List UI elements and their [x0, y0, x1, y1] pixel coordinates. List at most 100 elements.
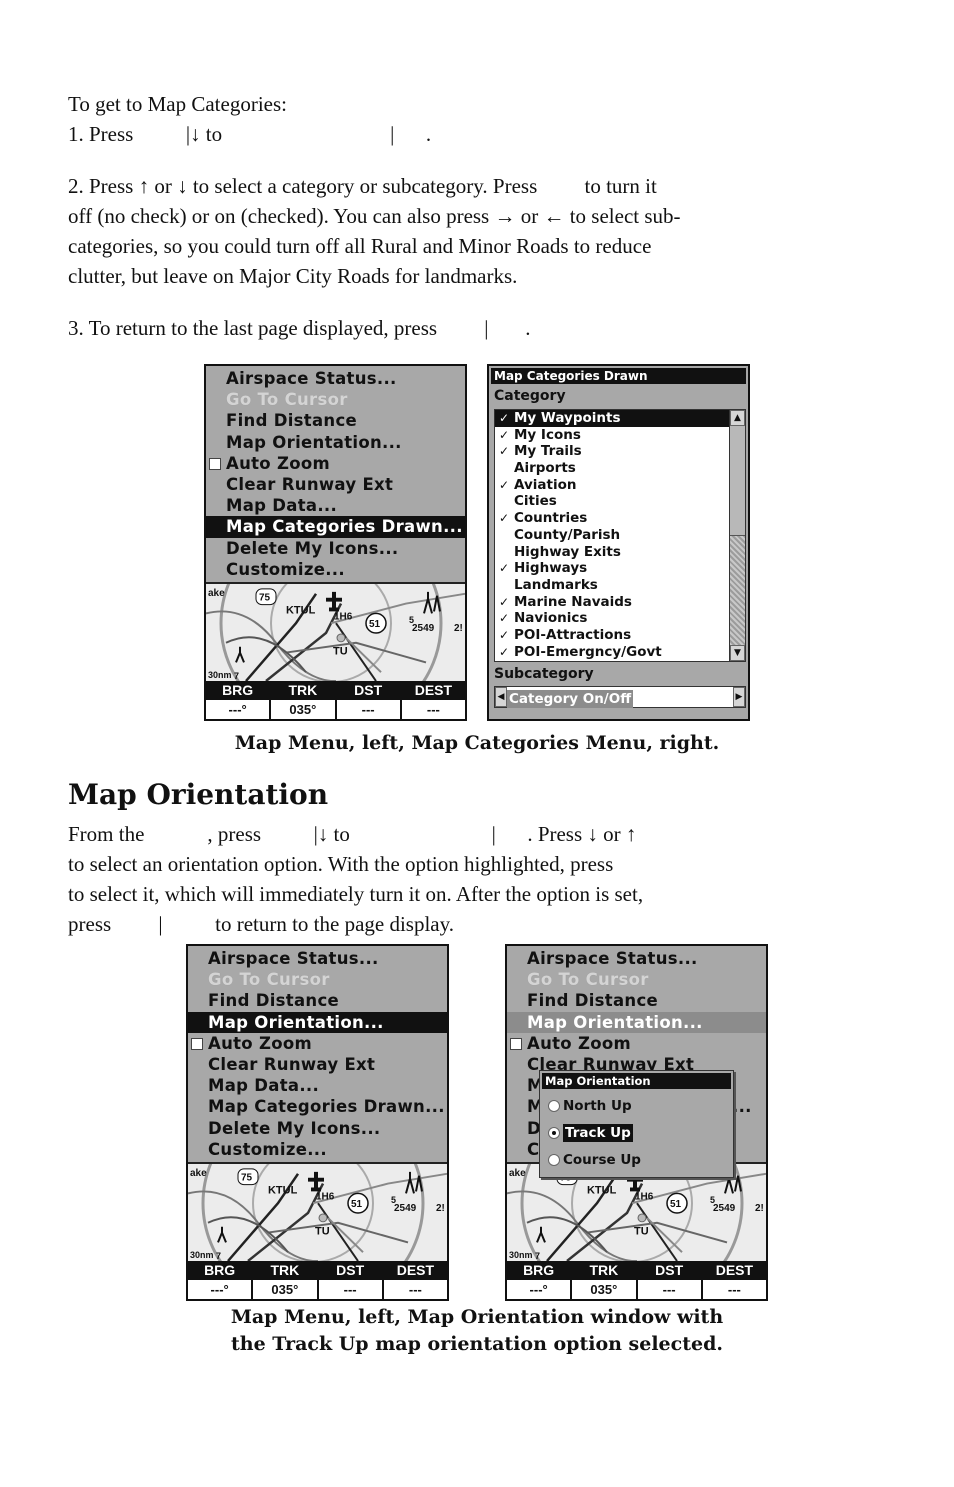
- caption-line: Map Menu, left, Map Orientation window w…: [230, 1306, 724, 1328]
- data-header-brg: BRG: [507, 1261, 573, 1280]
- data-value-trk: 035°: [271, 700, 337, 719]
- menu-item-airspace-status[interactable]: Airspace Status...: [507, 948, 766, 969]
- menu-item-map-categories-drawn[interactable]: Map Categories Drawn...: [206, 516, 465, 538]
- menu-item-map-categories-drawn[interactable]: Map Categories Drawn...: [188, 1096, 447, 1117]
- option-north-up[interactable]: North Up: [548, 1097, 632, 1115]
- caption-line: the Track Up map orientation option sele…: [231, 1333, 723, 1355]
- airport-tu-label: TU: [315, 1226, 330, 1238]
- menu-item-map-data[interactable]: Map Data...: [206, 495, 465, 516]
- category-item[interactable]: ✓ Countries: [495, 510, 733, 527]
- data-value-dst: ---: [336, 700, 402, 719]
- category-item-label: Landmarks: [514, 576, 598, 593]
- category-item-label: Highways: [514, 560, 588, 577]
- category-item-label: Marine Navaids: [514, 593, 632, 610]
- menu-item-map-orientation[interactable]: Map Orientation...: [507, 1011, 766, 1033]
- category-item[interactable]: Landmarks: [495, 577, 733, 594]
- menu-item-find-distance[interactable]: Find Distance: [206, 410, 465, 431]
- data-header-brg: BRG: [188, 1261, 254, 1280]
- airport-ktul-label: KTUL: [286, 604, 316, 616]
- category-item[interactable]: ✓ Marine Navaids: [495, 594, 733, 611]
- scale-label-7: 7: [535, 1251, 540, 1261]
- category-item[interactable]: Highway Exits: [495, 544, 733, 561]
- right-arrow-icon[interactable]: ▶: [733, 687, 745, 707]
- category-item[interactable]: ✓ Highways: [495, 560, 733, 577]
- menu-item-customize[interactable]: Customize...: [206, 559, 465, 580]
- checkbox-icon[interactable]: [209, 457, 221, 470]
- airport-icon: [336, 633, 346, 643]
- menu-item-delete-my-icons[interactable]: Delete My Icons...: [188, 1118, 447, 1139]
- category-item[interactable]: Airports: [495, 460, 733, 477]
- category-item[interactable]: ✓ POI-Emergncy/Govt: [495, 644, 733, 661]
- menu-item-label: Auto Zoom: [527, 1033, 632, 1053]
- menu-item-find-distance[interactable]: Find Distance: [188, 990, 447, 1011]
- data-value-dst: ---: [637, 1280, 703, 1299]
- radio-icon[interactable]: [548, 1100, 560, 1112]
- category-item[interactable]: County/Parish: [495, 527, 733, 544]
- scroll-down-arrow-icon[interactable]: ▼: [730, 645, 745, 661]
- menu-item-go-to-cursor: Go To Cursor: [206, 389, 465, 410]
- map-view[interactable]: 75 ake KTUL 1H6 51 TU 5 2549 2! 30nm 7: [188, 1162, 447, 1261]
- category-item-label: My Waypoints: [514, 410, 621, 426]
- category-list[interactable]: ✓ My Waypoints ✓ My Icons ✓ My Trails Airports…: [494, 409, 734, 662]
- data-value-dest: ---: [383, 1280, 447, 1299]
- category-item-label: County/Parish: [514, 526, 621, 543]
- category-item-label: Countries: [514, 510, 588, 527]
- category-item[interactable]: ✓ My Icons: [495, 427, 733, 444]
- menu-item-label: Customize...: [226, 559, 345, 579]
- data-value-brg: ---°: [507, 1280, 573, 1299]
- radio-icon[interactable]: [548, 1154, 560, 1166]
- category-scrollbar[interactable]: ▲ ▼: [729, 409, 746, 662]
- airport-1h6-label: 1H6: [316, 1191, 335, 1202]
- menu-item-customize[interactable]: Customize...: [188, 1139, 447, 1160]
- scroll-track[interactable]: [730, 536, 745, 645]
- section-body: From the , press |↓ to | . Press ↓ or ↑ …: [68, 819, 888, 939]
- menu-item-label: Map Categories Drawn...: [208, 1097, 445, 1117]
- category-item[interactable]: ✓ My Waypoints: [495, 410, 733, 427]
- map-graphic: 75akeKTUL1H651TU52549 2!30nm 7: [507, 1164, 766, 1261]
- scale-label-7: 7: [216, 1251, 221, 1261]
- menu-item-label: Map Orientation...: [208, 1012, 384, 1032]
- option-label: Course Up: [563, 1152, 641, 1168]
- category-item[interactable]: ✓ Navionics: [495, 610, 733, 627]
- scroll-up-arrow-icon[interactable]: ▲: [730, 410, 745, 426]
- highway-51-label: 51: [670, 1199, 682, 1210]
- map-view[interactable]: 75 ake KTUL 1H6 51 TU 5 2549 2! 30nm 7: [206, 582, 465, 681]
- menu-item-map-orientation[interactable]: Map Orientation...: [188, 1011, 447, 1033]
- menu-item-map-data[interactable]: Map Data...: [188, 1075, 447, 1096]
- menu-item-label: Delete My Icons...: [208, 1118, 381, 1138]
- left-arrow-icon[interactable]: ◀: [495, 687, 507, 707]
- checkbox-icon[interactable]: [191, 1037, 203, 1050]
- menu-item-clear-runway-ext[interactable]: Clear Runway Ext: [188, 1054, 447, 1075]
- scroll-thumb[interactable]: [730, 426, 745, 536]
- map-menu-screenshot-2: Airspace Status... Go To Cursor Find Dis…: [186, 944, 449, 1301]
- menu-item-map-orientation[interactable]: Map Orientation...: [206, 432, 465, 453]
- menu-item-label: Map Orientation...: [226, 432, 402, 452]
- checkmark-icon: ✓: [499, 627, 510, 642]
- menu-item-airspace-status[interactable]: Airspace Status...: [206, 368, 465, 389]
- subcategory-selector[interactable]: ◀ Category On/Off ▶: [494, 686, 746, 708]
- category-item-label: Highway Exits: [514, 543, 621, 560]
- menu-item-airspace-status[interactable]: Airspace Status...: [188, 948, 447, 969]
- category-item[interactable]: ✓ POI-Attractions: [495, 627, 733, 644]
- menu-item-delete-my-icons[interactable]: Delete My Icons...: [206, 538, 465, 559]
- menu-item-clear-runway-ext[interactable]: Clear Runway Ext: [206, 474, 465, 495]
- category-item[interactable]: ✓ Aviation: [495, 477, 733, 494]
- menu-item-auto-zoom[interactable]: Auto Zoom: [188, 1033, 447, 1054]
- airport-ktul-label: KTUL: [268, 1184, 298, 1196]
- category-item[interactable]: ✓ My Trails: [495, 443, 733, 460]
- category-item-label: POI-Emergncy/Govt: [514, 643, 662, 660]
- option-label: Track Up: [563, 1124, 633, 1142]
- lake-label: ake: [190, 1168, 207, 1179]
- menu-item-auto-zoom[interactable]: Auto Zoom: [507, 1033, 766, 1054]
- menu-item-auto-zoom[interactable]: Auto Zoom: [206, 453, 465, 474]
- checkbox-icon[interactable]: [510, 1037, 522, 1050]
- map-orientation-popup: Map Orientation North Up Track Up Course…: [539, 1070, 734, 1178]
- radio-selected-icon[interactable]: [548, 1127, 560, 1139]
- category-item-label: Aviation: [514, 476, 577, 493]
- menu-item-go-to-cursor: Go To Cursor: [188, 969, 447, 990]
- menu-item-find-distance[interactable]: Find Distance: [507, 990, 766, 1011]
- option-course-up[interactable]: Course Up: [548, 1151, 641, 1169]
- category-item[interactable]: Cities: [495, 493, 733, 510]
- menu-item-trailing: ...: [732, 1097, 752, 1117]
- option-track-up[interactable]: Track Up: [548, 1124, 633, 1142]
